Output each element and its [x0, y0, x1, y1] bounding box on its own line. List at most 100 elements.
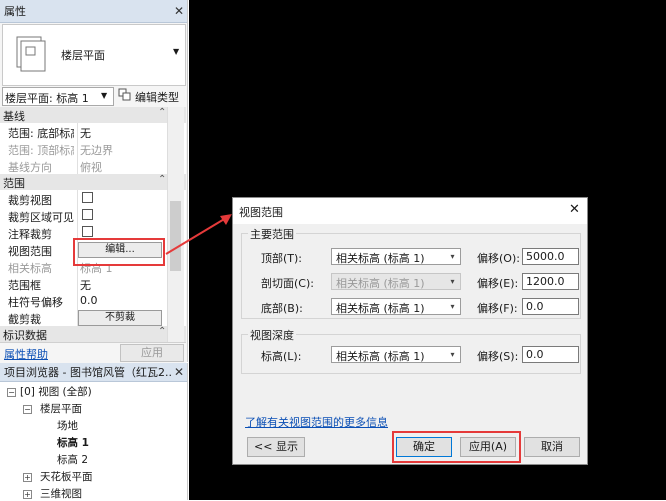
red-arrow-annotation — [165, 214, 232, 255]
instance-selector-value: 楼层平面: 标高 1 — [5, 92, 89, 105]
highlight-ok-apply — [392, 431, 521, 463]
row-value: 无 — [80, 279, 91, 292]
row-label: 范围: 顶部标高 — [8, 144, 74, 157]
properties-help-link[interactable]: 属性帮助 — [4, 346, 48, 362]
input-value: 0.0 — [526, 348, 544, 361]
tree-item-site[interactable]: 场地 — [57, 418, 78, 433]
row-label: 裁剪视图 — [8, 194, 52, 207]
cancel-button[interactable]: 取消 — [524, 437, 580, 457]
group-baseline[interactable]: 基线 ⌃ — [0, 107, 186, 124]
close-icon[interactable]: ✕ — [569, 202, 580, 217]
depth-level-label: 标高(L): — [261, 350, 302, 363]
group-label: 主要范围 — [248, 226, 296, 242]
top-level-select[interactable]: 相关标高 (标高 1) ▾ — [331, 248, 461, 265]
row-column-offset[interactable]: 柱符号偏移 0.0 — [0, 292, 186, 310]
chevron-down-icon: ▾ — [450, 302, 455, 311]
view-range-dialog: 视图范围 ✕ 主要范围 顶部(T): 相关标高 (标高 1) ▾ 偏移(O): 5… — [232, 197, 588, 465]
cut-offset-input[interactable]: 1200.0 — [522, 273, 579, 290]
collapse-icon[interactable]: − — [7, 388, 16, 397]
group-label: 标识数据 — [3, 329, 47, 342]
dialog-titlebar: 视图范围 ✕ — [233, 198, 587, 224]
collapse-icon[interactable]: − — [23, 405, 32, 414]
select-value: 相关标高 (标高 1) — [336, 252, 425, 265]
bottom-offset-label: 偏移(F): — [477, 302, 518, 315]
cut-offset-label: 偏移(E): — [477, 277, 519, 290]
cut-plane-label: 剖切面(C): — [261, 277, 314, 290]
type-selector[interactable]: 楼层平面 ▼ — [2, 24, 186, 86]
select-value: 相关标高 (标高 1) — [336, 350, 425, 363]
top-offset-input[interactable]: 5000.0 — [522, 248, 579, 265]
bottom-offset-input[interactable]: 0.0 — [522, 298, 579, 315]
crop-visible-checkbox[interactable] — [82, 209, 93, 220]
edit-type-label: 编辑类型 — [135, 91, 179, 104]
depth-level-select[interactable]: 相关标高 (标高 1) ▾ — [331, 346, 461, 363]
collapse-icon[interactable]: ⌃ — [158, 326, 166, 337]
edit-type-icon — [118, 88, 131, 101]
tree-item-views-all[interactable]: [0] 视图 (全部) — [20, 384, 92, 399]
more-info-link[interactable]: 了解有关视图范围的更多信息 — [245, 414, 388, 430]
row-value: 无 — [80, 127, 91, 140]
properties-title: 属性 — [4, 5, 26, 18]
chevron-down-icon: ▾ — [450, 350, 455, 359]
tree-item-floor-plans[interactable]: 楼层平面 — [40, 401, 82, 416]
row-value: 无边界 — [80, 144, 113, 157]
row-value: 俯视 — [80, 161, 102, 174]
collapse-icon[interactable]: ⌃ — [158, 107, 166, 118]
annotation-crop-checkbox[interactable] — [82, 226, 93, 237]
expand-icon[interactable]: + — [23, 490, 32, 499]
row-scope-box[interactable]: 范围框 无 — [0, 275, 186, 293]
close-icon[interactable]: ✕ — [171, 4, 187, 18]
properties-panel: 属性 ✕ 楼层平面 ▼ 楼层平面: 标高 1 ▼ 编辑类型 基线 ⌃ 范围: 底… — [0, 0, 188, 363]
project-browser: 项目浏览器 - 图书馆风管（红瓦2... ✕ − [0] 视图 (全部) − 楼… — [0, 363, 188, 500]
row-label: 相关标高 — [8, 262, 52, 275]
bottom-level-select[interactable]: 相关标高 (标高 1) ▾ — [331, 298, 461, 315]
row-depth-clip: 截剪裁 不剪裁 — [0, 309, 186, 327]
group-label: 范围 — [3, 177, 25, 190]
top-offset-label: 偏移(O): — [477, 252, 520, 265]
row-label: 视图范围 — [8, 245, 52, 258]
row-baseline-direction: 基线方向 俯视 — [0, 157, 186, 175]
views-icon: [0] — [20, 386, 35, 398]
project-browser-titlebar: 项目浏览器 - 图书馆风管（红瓦2... ✕ — [0, 363, 187, 382]
row-label: 范围: 底部标高 — [8, 127, 74, 140]
row-range-base[interactable]: 范围: 底部标高 无 — [0, 123, 186, 141]
depth-offset-input[interactable]: 0.0 — [522, 346, 579, 363]
chevron-down-icon: ▾ — [450, 277, 455, 286]
tree-item-ceiling-plans[interactable]: 天花板平面 — [40, 469, 93, 484]
row-label: 范围框 — [8, 279, 41, 292]
apply-button[interactable]: 应用 — [120, 344, 184, 362]
tree-item-label: 视图 (全部) — [38, 386, 92, 398]
depth-offset-label: 偏移(S): — [477, 350, 519, 363]
expand-icon[interactable]: + — [23, 473, 32, 482]
crop-view-checkbox[interactable] — [82, 192, 93, 203]
group-identity[interactable]: 标识数据 ⌃ — [0, 326, 186, 343]
top-label: 顶部(T): — [261, 252, 303, 265]
depth-clip-button[interactable]: 不剪裁 — [78, 310, 162, 326]
dialog-title: 视图范围 — [239, 206, 283, 219]
group-label: 视图深度 — [248, 327, 296, 343]
chevron-down-icon[interactable]: ▼ — [173, 47, 179, 56]
row-label: 注释裁剪 — [8, 228, 52, 241]
highlight-view-range — [73, 238, 165, 266]
project-browser-title: 项目浏览器 - 图书馆风管（红瓦2... — [4, 366, 171, 379]
input-value: 1200.0 — [526, 275, 565, 288]
tree-item-level-1[interactable]: 标高 1 — [57, 435, 89, 450]
row-label: 柱符号偏移 — [8, 296, 63, 309]
tree-item-3d-views[interactable]: 三维视图 — [40, 486, 82, 501]
row-range-top: 范围: 顶部标高 无边界 — [0, 140, 186, 158]
cut-plane-select[interactable]: 相关标高 (标高 1) ▾ — [331, 273, 461, 290]
collapse-icon[interactable]: ⌃ — [158, 174, 166, 185]
input-value: 5000.0 — [526, 250, 565, 263]
chevron-down-icon: ▾ — [450, 252, 455, 261]
group-label: 基线 — [3, 110, 25, 123]
show-button[interactable]: << 显示 — [247, 437, 305, 457]
instance-selector[interactable]: 楼层平面: 标高 1 ▼ — [2, 87, 114, 106]
select-value: 相关标高 (标高 1) — [336, 277, 425, 290]
tree-item-level-2[interactable]: 标高 2 — [57, 452, 88, 467]
group-extents[interactable]: 范围 ⌃ — [0, 174, 186, 191]
input-value: 0.0 — [526, 300, 544, 313]
type-name: 楼层平面 — [61, 49, 105, 62]
select-value: 相关标高 (标高 1) — [336, 302, 425, 315]
edit-type-button[interactable]: 编辑类型 — [117, 86, 183, 105]
close-icon[interactable]: ✕ — [171, 365, 187, 379]
